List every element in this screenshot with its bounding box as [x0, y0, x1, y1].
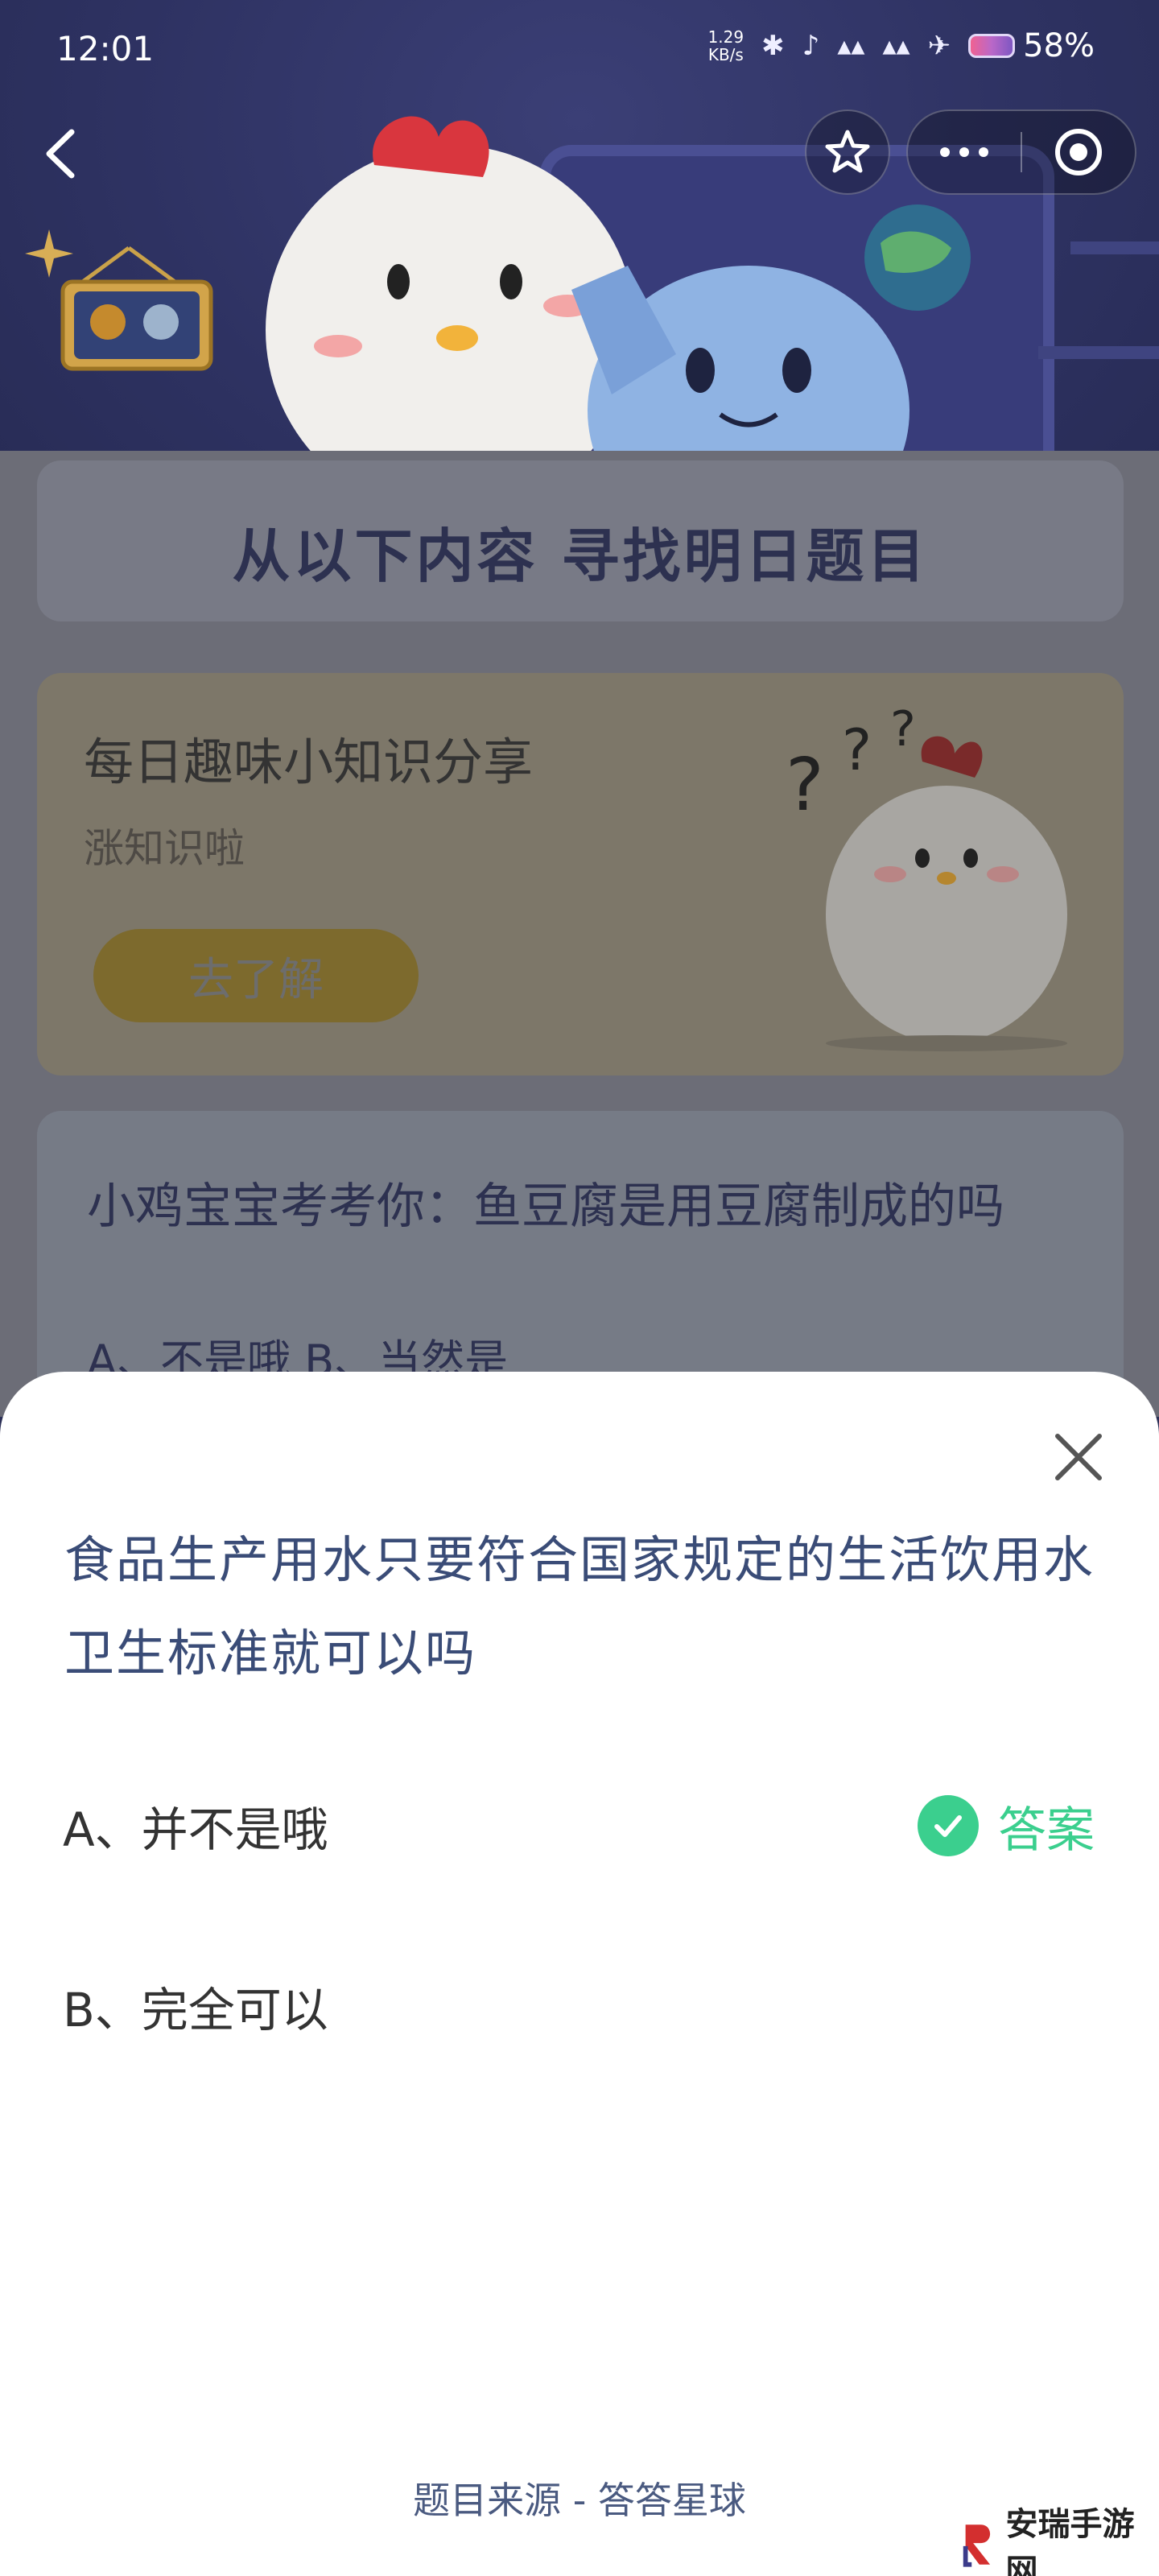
quiz-card-question: 小鸡宝宝考考你：鱼豆腐是用豆腐制成的吗 — [87, 1179, 1004, 1235]
star-outline-icon — [825, 130, 870, 173]
fun-card-title: 每日趣味小知识分享 — [84, 733, 534, 791]
option-b-label: B、完全可以 — [63, 1983, 328, 2037]
more-button[interactable] — [908, 111, 1021, 193]
planet-icon — [864, 204, 971, 311]
close-icon — [1055, 1434, 1102, 1480]
option-b[interactable]: B、完全可以 — [63, 1966, 1101, 2046]
bluetooth-icon: ✱ — [761, 30, 785, 62]
sheet-question: 食品生产用水只要符合国家规定的生活饮用水卫生标准就可以吗 — [64, 1530, 1095, 1682]
section-heading: 从以下内容 寻找明日题目 — [232, 522, 929, 590]
wifi-icon: ✈ — [927, 30, 951, 62]
more-dot — [959, 147, 969, 157]
status-time: 12:01 — [56, 29, 155, 68]
nav-bar — [0, 105, 1159, 201]
signal-2-icon: ▴▴ — [882, 30, 910, 62]
battery-percent: 58% — [1023, 27, 1095, 64]
fun-fact-card[interactable]: 每日趣味小知识分享 涨知识啦 去了解 ? ? ? — [37, 673, 1124, 1075]
net-speed: 1.29 KB/s — [708, 28, 744, 64]
chevron-left-icon — [46, 129, 75, 179]
target-circle-icon — [1055, 129, 1102, 175]
learn-more-button[interactable]: 去了解 — [93, 929, 419, 1022]
more-dot — [979, 147, 988, 157]
status-bar: 12:01 1.29 KB/s ✱ ♪ ▴▴ ▴▴ ✈ 58% — [0, 0, 1159, 97]
heading-card: 从以下内容 寻找明日题目 — [37, 460, 1124, 621]
signal-icon: ▴▴ — [837, 30, 865, 62]
answer-label: 答案 — [998, 1802, 1095, 1859]
sparkle-icon — [25, 229, 73, 278]
fun-card-subtitle: 涨知识啦 — [84, 825, 245, 872]
svg-text:?: ? — [890, 701, 916, 758]
close-button[interactable] — [1046, 1425, 1111, 1489]
net-speed-unit: KB/s — [707, 45, 744, 64]
bell-icon: ♪ — [802, 30, 820, 62]
miniapp-capsule — [906, 109, 1136, 195]
decor-line — [1038, 346, 1159, 359]
battery: 58% — [968, 27, 1095, 64]
back-button[interactable] — [32, 126, 89, 182]
watermark-text: 安瑞手游网 — [1005, 2505, 1135, 2576]
battery-icon — [968, 34, 1016, 58]
page: 12:01 1.29 KB/s ✱ ♪ ▴▴ ▴▴ ✈ 58% 从以下内容 寻找… — [0, 0, 1159, 2576]
svg-text:?: ? — [842, 717, 872, 783]
answer-tag: 答案 — [918, 1785, 1095, 1866]
option-a-label: A、并不是哦 — [63, 1802, 328, 1857]
decor-line — [1070, 242, 1159, 254]
watermark-logo-icon — [963, 2524, 991, 2567]
net-speed-value: 1.29 — [707, 27, 744, 47]
confused-chicken-icon: ? ? ? — [786, 701, 1067, 1051]
status-icons: 1.29 KB/s ✱ ♪ ▴▴ ▴▴ ✈ 58% — [708, 27, 1095, 64]
favorite-button[interactable] — [805, 109, 890, 195]
more-dot — [940, 147, 950, 157]
svg-text:?: ? — [786, 743, 824, 828]
watermark: 安瑞手游网 — [959, 2505, 1159, 2576]
check-circle-icon — [918, 1795, 979, 1856]
close-miniapp-button[interactable] — [1022, 126, 1135, 178]
